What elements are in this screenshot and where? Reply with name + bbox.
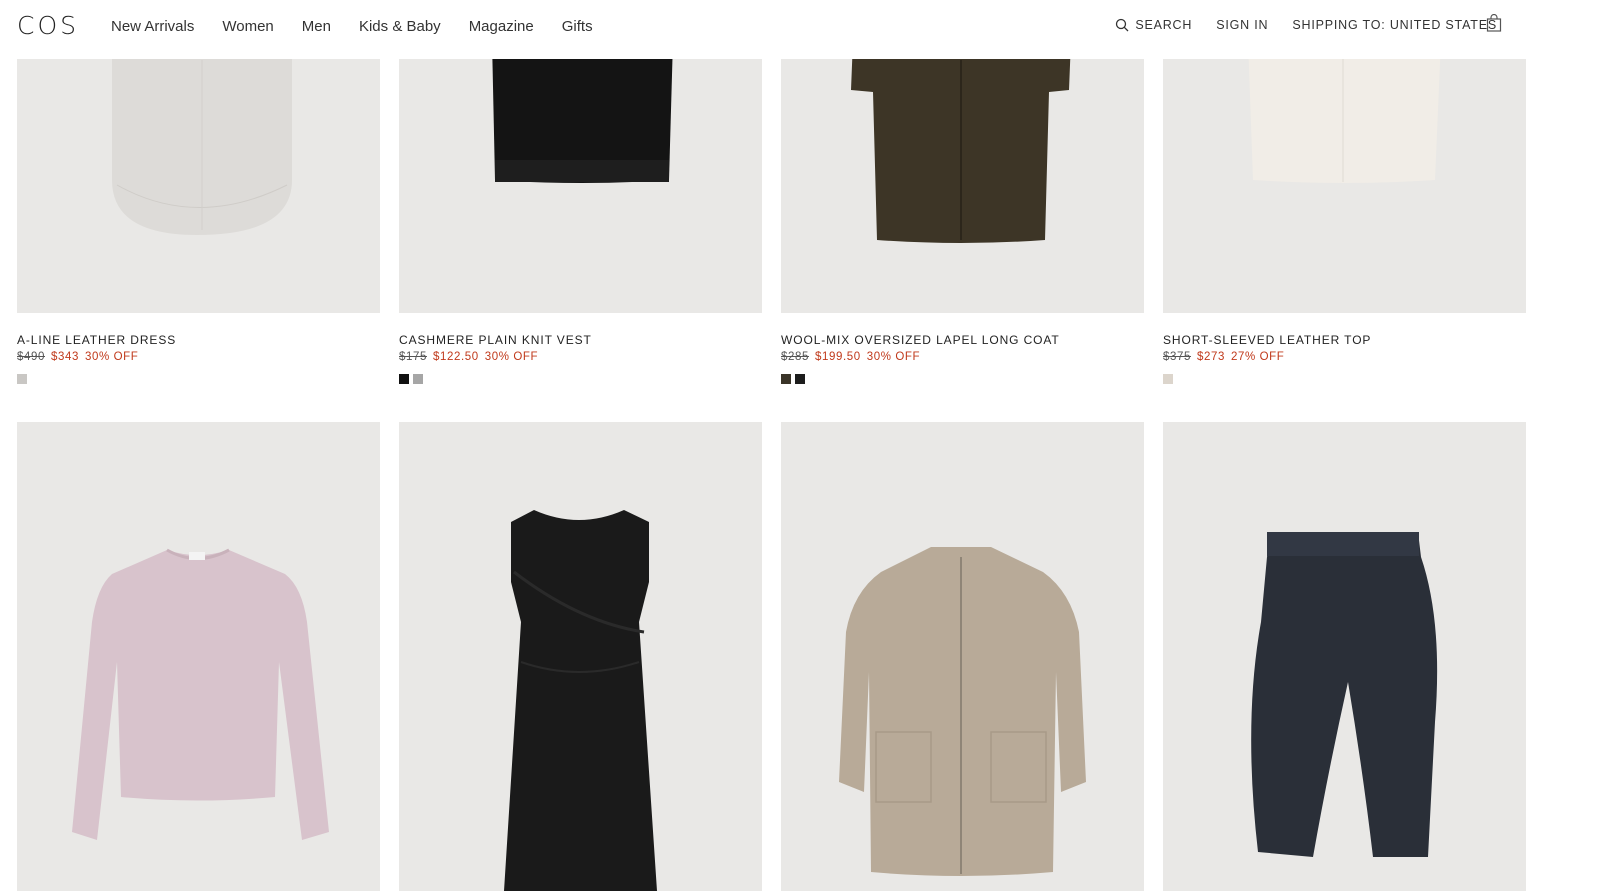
main-nav: New Arrivals Women Men Kids & Baby Magaz…	[111, 17, 593, 37]
product-image[interactable]	[17, 422, 380, 891]
discount-label: 30% OFF	[484, 351, 539, 363]
sale-price: $199.50	[814, 351, 861, 363]
product-image[interactable]	[1163, 422, 1526, 891]
product-card[interactable]	[17, 422, 380, 891]
dress-image	[504, 510, 657, 891]
color-swatch[interactable]	[1163, 374, 1173, 384]
trousers-image	[1251, 532, 1438, 857]
product-card[interactable]	[399, 422, 762, 891]
discount-label: 30% OFF	[866, 351, 921, 363]
search-label: SEARCH	[1135, 18, 1193, 32]
shipping-selector[interactable]: SHIPPING TO: UNITED STATES	[1292, 16, 1497, 34]
product-image[interactable]	[781, 422, 1144, 891]
product-name[interactable]: SHORT-SLEEVED LEATHER TOP	[1163, 333, 1526, 347]
product-card[interactable]	[781, 422, 1144, 891]
sale-price: $343	[50, 351, 79, 363]
color-swatches	[781, 374, 1144, 384]
cardigan-image	[839, 547, 1086, 876]
sweater-image	[72, 548, 329, 840]
utility-nav: SEARCH SIGN IN SHIPPING TO: UNITED STATE…	[1115, 16, 1497, 34]
price-row: $175 $122.50 30% OFF	[399, 350, 762, 364]
color-swatches	[1163, 374, 1526, 384]
discount-label: 30% OFF	[84, 351, 139, 363]
original-price: $285	[781, 351, 809, 363]
original-price: $375	[1163, 351, 1191, 363]
original-price: $175	[399, 351, 427, 363]
product-card[interactable]	[1163, 422, 1526, 891]
product-name[interactable]: CASHMERE PLAIN KNIT VEST	[399, 333, 762, 347]
nav-magazine[interactable]: Magazine	[469, 17, 534, 37]
nav-gifts[interactable]: Gifts	[562, 17, 593, 37]
price-row: $490 $343 30% OFF	[17, 350, 380, 364]
nav-kids-baby[interactable]: Kids & Baby	[359, 17, 441, 37]
price-row: $375 $273 27% OFF	[1163, 350, 1526, 364]
color-swatch[interactable]	[781, 374, 791, 384]
product-image[interactable]	[399, 422, 762, 891]
color-swatches	[399, 374, 762, 384]
sale-price: $122.50	[432, 351, 479, 363]
shopping-bag-icon[interactable]	[1486, 14, 1502, 32]
site-header: COS New Arrivals Women Men Kids & Baby M…	[0, 0, 1601, 59]
product-name[interactable]: A-LINE LEATHER DRESS	[17, 333, 380, 347]
color-swatch[interactable]	[17, 374, 27, 384]
search-button[interactable]: SEARCH	[1115, 16, 1192, 34]
nav-women[interactable]: Women	[222, 17, 273, 37]
product-name[interactable]: WOOL-MIX OVERSIZED LAPEL LONG COAT	[781, 333, 1144, 347]
original-price: $490	[17, 351, 45, 363]
color-swatch[interactable]	[399, 374, 409, 384]
sale-price: $273	[1196, 351, 1225, 363]
price-row: $285 $199.50 30% OFF	[781, 350, 1144, 364]
discount-label: 27% OFF	[1230, 351, 1285, 363]
color-swatches	[17, 374, 380, 384]
color-swatch[interactable]	[413, 374, 423, 384]
search-icon	[1116, 18, 1129, 32]
color-swatch[interactable]	[795, 374, 805, 384]
nav-men[interactable]: Men	[302, 17, 331, 37]
nav-new-arrivals[interactable]: New Arrivals	[111, 17, 194, 37]
cos-logo[interactable]: COS	[17, 12, 79, 40]
sign-in-link[interactable]: SIGN IN	[1216, 16, 1268, 34]
